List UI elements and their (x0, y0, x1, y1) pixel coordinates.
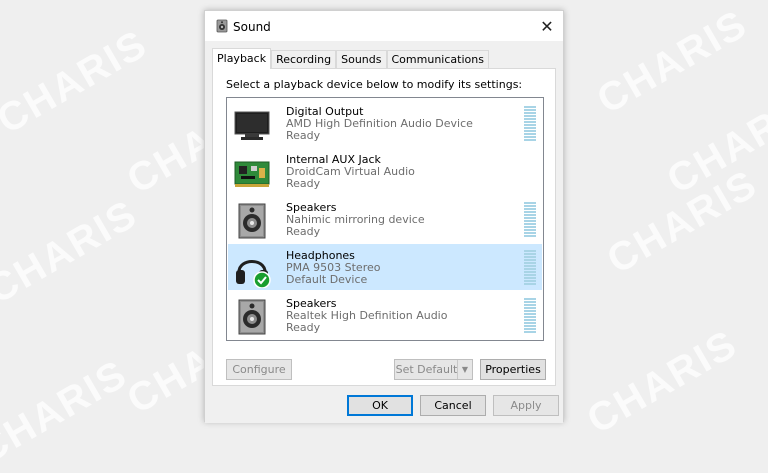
meter-segment (524, 109, 536, 111)
chevron-down-icon[interactable]: ▼ (457, 360, 472, 379)
speaker-app-icon (216, 19, 228, 33)
meter-segment (524, 220, 536, 222)
meter-segment (524, 115, 536, 117)
tab-playback[interactable]: Playback (212, 48, 272, 69)
title-bar[interactable]: Sound ✕ (205, 11, 563, 41)
meter-segment (524, 106, 536, 108)
tab-sounds[interactable]: Sounds (336, 50, 387, 69)
properties-button[interactable]: Properties (480, 359, 546, 380)
monitor-icon (234, 111, 270, 140)
device-status: Default Device (286, 273, 368, 286)
meter-segment (524, 304, 536, 306)
meter-segment (524, 268, 536, 270)
meter-segment (524, 133, 536, 135)
apply-button[interactable]: Apply (493, 395, 559, 416)
meter-segment (524, 139, 536, 141)
watermark-text: CHARIS (0, 191, 146, 313)
device-status: Ready (286, 321, 321, 334)
meter-segment (524, 223, 536, 225)
meter-segment (524, 208, 536, 210)
level-meter (524, 106, 536, 141)
watermark-text: CHARIS (0, 21, 156, 143)
meter-segment (524, 256, 536, 258)
level-meter (524, 250, 536, 285)
meter-segment (524, 118, 536, 120)
device-item[interactable]: Internal AUX Jack DroidCam Virtual Audio… (228, 148, 542, 194)
meter-segment (524, 202, 536, 204)
device-item[interactable]: Digital Output AMD High Definition Audio… (228, 100, 542, 146)
watermark-text: CHARIS (589, 1, 756, 123)
dialog-body: Playback Recording Sounds Communications… (205, 41, 563, 423)
meter-segment (524, 136, 536, 138)
default-check-icon (253, 271, 271, 288)
playback-panel: Select a playback device below to modify… (212, 68, 556, 386)
set-default-button[interactable]: Set Default ▼ (394, 359, 473, 380)
device-item[interactable]: Speakers Realtek High Definition Audio R… (228, 292, 542, 338)
meter-segment (524, 214, 536, 216)
meter-segment (524, 232, 536, 234)
meter-segment (524, 262, 536, 264)
device-status: Ready (286, 225, 321, 238)
meter-segment (524, 277, 536, 279)
sound-dialog: Sound ✕ Playback Recording Sounds Commun… (204, 10, 564, 423)
meter-segment (524, 313, 536, 315)
meter-segment (524, 316, 536, 318)
meter-segment (524, 328, 536, 330)
meter-segment (524, 322, 536, 324)
meter-segment (524, 259, 536, 261)
meter-segment (524, 307, 536, 309)
meter-segment (524, 298, 536, 300)
meter-segment (524, 301, 536, 303)
meter-segment (524, 274, 536, 276)
device-item[interactable]: Speakers Nahimic mirroring device Ready (228, 196, 542, 242)
meter-segment (524, 271, 536, 273)
meter-segment (524, 112, 536, 114)
meter-segment (524, 211, 536, 213)
meter-segment (524, 205, 536, 207)
meter-segment (524, 235, 536, 237)
meter-segment (524, 229, 536, 231)
meter-segment (524, 283, 536, 285)
meter-segment (524, 217, 536, 219)
close-button[interactable]: ✕ (531, 11, 563, 41)
meter-segment (524, 280, 536, 282)
speaker-icon (238, 203, 266, 239)
meter-segment (524, 265, 536, 267)
level-meter (524, 202, 536, 237)
meter-segment (524, 253, 536, 255)
device-status: Ready (286, 129, 321, 142)
meter-segment (524, 130, 536, 132)
meter-segment (524, 124, 536, 126)
instruction-text: Select a playback device below to modify… (226, 78, 523, 91)
tab-communications[interactable]: Communications (386, 50, 489, 69)
close-icon: ✕ (540, 16, 554, 36)
device-list[interactable]: Digital Output AMD High Definition Audio… (226, 97, 544, 341)
meter-segment (524, 121, 536, 123)
circuit-board-icon (234, 161, 270, 187)
window-title: Sound (233, 20, 271, 34)
headphones-icon (236, 260, 271, 288)
device-item[interactable]: Headphones PMA 9503 Stereo Default Devic… (228, 244, 542, 290)
device-status: Ready (286, 177, 321, 190)
meter-segment (524, 226, 536, 228)
meter-segment (524, 310, 536, 312)
tab-recording[interactable]: Recording (271, 50, 337, 69)
configure-button[interactable]: Configure (226, 359, 292, 380)
meter-segment (524, 325, 536, 327)
watermark-text: CHARIS (0, 351, 136, 473)
meter-segment (524, 319, 536, 321)
tab-strip: Playback Recording Sounds Communications (212, 48, 489, 69)
speaker-icon (238, 299, 266, 335)
meter-segment (524, 331, 536, 333)
level-meter (524, 298, 536, 333)
set-default-label: Set Default (395, 363, 458, 376)
ok-button[interactable]: OK (347, 395, 413, 416)
meter-segment (524, 250, 536, 252)
watermark-text: CHARIS (579, 321, 746, 443)
meter-segment (524, 127, 536, 129)
cancel-button[interactable]: Cancel (420, 395, 486, 416)
